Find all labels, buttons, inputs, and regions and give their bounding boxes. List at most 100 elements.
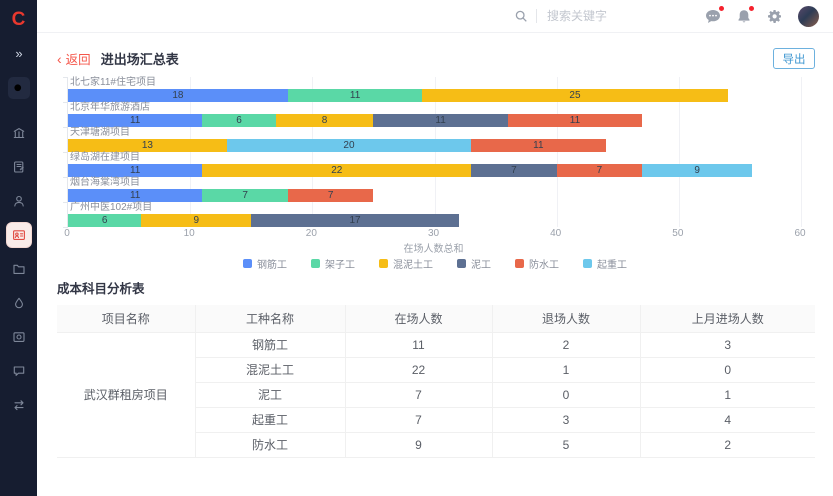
messages-badge bbox=[719, 6, 724, 11]
table-cell-work_type: 防水工 bbox=[195, 432, 345, 457]
legend-swatch bbox=[457, 259, 466, 268]
bar-segment[interactable]: 25 bbox=[422, 89, 727, 102]
notifications-bell-icon[interactable] bbox=[737, 9, 751, 24]
sidebar-search-icon[interactable] bbox=[8, 77, 30, 99]
bar-segment[interactable]: 11 bbox=[373, 114, 507, 127]
sidebar-item-folder[interactable] bbox=[7, 257, 31, 281]
sidebar-item-drop[interactable] bbox=[7, 291, 31, 315]
bar-segment[interactable]: 7 bbox=[288, 189, 374, 202]
bar-segment[interactable]: 20 bbox=[227, 139, 471, 152]
bar-category-label: 烟台海棠湾项目 bbox=[68, 177, 800, 189]
legend-item[interactable]: 混泥土工 bbox=[379, 256, 433, 270]
legend-item[interactable]: 防水工 bbox=[515, 256, 559, 270]
page-title: 进出场汇总表 bbox=[101, 49, 179, 68]
bar-segment[interactable]: 6 bbox=[68, 214, 141, 227]
sidebar-item-swap[interactable] bbox=[7, 393, 31, 417]
legend-label: 混泥土工 bbox=[393, 256, 433, 271]
legend-label: 泥工 bbox=[471, 256, 491, 271]
legend-swatch bbox=[311, 259, 320, 268]
legend-label: 防水工 bbox=[529, 256, 559, 271]
table-cell-on_site: 7 bbox=[345, 407, 492, 432]
table-cell-on_site: 9 bbox=[345, 432, 492, 457]
table-cell-work_type: 泥工 bbox=[195, 382, 345, 407]
sidebar-item-user[interactable] bbox=[7, 189, 31, 213]
chart-plot-area: 北七家11#住宅项目181125北京年华旅游酒店11681111天津塘湖项目13… bbox=[67, 77, 800, 227]
bar-category-label: 天津塘湖项目 bbox=[68, 127, 800, 139]
table-header-cell: 上月进场人数 bbox=[640, 305, 815, 332]
messages-icon[interactable] bbox=[705, 9, 721, 24]
x-tick-label: 0 bbox=[64, 228, 70, 239]
sidebar-item-chat[interactable] bbox=[7, 359, 31, 383]
bar-segment[interactable]: 11 bbox=[508, 114, 642, 127]
settings-gear-icon[interactable] bbox=[767, 9, 782, 24]
table-cell-exited: 2 bbox=[492, 332, 640, 357]
bar-category-label: 广州中医102#项目 bbox=[68, 202, 800, 214]
table-header-cell: 项目名称 bbox=[57, 305, 195, 332]
x-tick-label: 30 bbox=[428, 228, 439, 239]
bar-segment[interactable]: 11 bbox=[68, 164, 202, 177]
chart-legend: 钢筋工 架子工 混泥土工 泥工 防水工 起重工 bbox=[57, 256, 813, 270]
table-header-cell: 工种名称 bbox=[195, 305, 345, 332]
bar-category-label: 绿岛湖在建项目 bbox=[68, 152, 800, 164]
bar-segment[interactable]: 11 bbox=[68, 189, 202, 202]
bar-segment[interactable]: 17 bbox=[251, 214, 459, 227]
bar-category-label: 北七家11#住宅项目 bbox=[68, 77, 800, 89]
bar-segment[interactable]: 9 bbox=[141, 214, 251, 227]
x-tick-label: 50 bbox=[672, 228, 683, 239]
bar-segment[interactable]: 9 bbox=[642, 164, 752, 177]
search-input[interactable] bbox=[547, 9, 657, 23]
legend-item[interactable]: 起重工 bbox=[583, 256, 627, 270]
table-cell-entered_last_month: 3 bbox=[640, 332, 815, 357]
user-icon bbox=[12, 194, 26, 208]
legend-item[interactable]: 钢筋工 bbox=[243, 256, 287, 270]
legend-item[interactable]: 架子工 bbox=[311, 256, 355, 270]
bar-segment[interactable]: 7 bbox=[471, 164, 557, 177]
sidebar-item-card-circle[interactable] bbox=[7, 325, 31, 349]
bar-segment[interactable]: 6 bbox=[202, 114, 275, 127]
chart-category-block: 北京年华旅游酒店11681111 bbox=[68, 102, 800, 127]
back-link[interactable]: 返回 bbox=[66, 49, 91, 68]
table-cell-work_type: 钢筋工 bbox=[195, 332, 345, 357]
table-cell-on_site: 7 bbox=[345, 382, 492, 407]
bar-segment[interactable]: 8 bbox=[276, 114, 374, 127]
bar-segment[interactable]: 11 bbox=[68, 114, 202, 127]
chart-category-block: 烟台海棠湾项目1177 bbox=[68, 177, 800, 202]
legend-label: 架子工 bbox=[325, 256, 355, 271]
export-button[interactable]: 导出 bbox=[773, 48, 815, 69]
topbar bbox=[37, 0, 833, 33]
swap-icon bbox=[12, 398, 26, 412]
sidebar-item-doc-edit[interactable] bbox=[7, 155, 31, 179]
stacked-bar: 6917 bbox=[68, 214, 800, 227]
card-circle-icon bbox=[12, 330, 26, 344]
global-search bbox=[514, 9, 657, 23]
bar-segment[interactable]: 13 bbox=[68, 139, 227, 152]
stacked-bar: 11681111 bbox=[68, 114, 800, 127]
table-cell-entered_last_month: 2 bbox=[640, 432, 815, 457]
legend-swatch bbox=[583, 259, 592, 268]
table-cell-entered_last_month: 1 bbox=[640, 382, 815, 407]
bar-segment[interactable]: 7 bbox=[557, 164, 643, 177]
bar-segment[interactable]: 11 bbox=[471, 139, 605, 152]
stacked-bar: 132011 bbox=[68, 139, 800, 152]
legend-item[interactable]: 泥工 bbox=[457, 256, 491, 270]
stacked-bar: 181125 bbox=[68, 89, 800, 102]
bar-segment[interactable]: 22 bbox=[202, 164, 471, 177]
topbar-icons bbox=[705, 6, 819, 27]
sidebar-expand-icon[interactable]: » bbox=[15, 46, 21, 61]
table-cell-entered_last_month: 4 bbox=[640, 407, 815, 432]
table-cell-work_type: 混泥土工 bbox=[195, 357, 345, 382]
table-header-cell: 退场人数 bbox=[492, 305, 640, 332]
sidebar-item-building[interactable] bbox=[7, 121, 31, 145]
bar-segment[interactable]: 11 bbox=[288, 89, 422, 102]
chart-x-axis-title: 在场人数总和 bbox=[67, 240, 800, 253]
search-icon[interactable] bbox=[514, 9, 528, 23]
bar-segment[interactable]: 7 bbox=[202, 189, 288, 202]
back-chevron-icon[interactable]: ‹ bbox=[57, 51, 62, 67]
bar-segment[interactable]: 18 bbox=[68, 89, 288, 102]
legend-swatch bbox=[379, 259, 388, 268]
sidebar-item-id-card[interactable] bbox=[7, 223, 31, 247]
table-cell-exited: 5 bbox=[492, 432, 640, 457]
project-name-cell: 武汉群租房项目 bbox=[57, 332, 195, 457]
user-avatar[interactable] bbox=[798, 6, 819, 27]
table-row: 武汉群租房项目钢筋工1123 bbox=[57, 332, 815, 357]
